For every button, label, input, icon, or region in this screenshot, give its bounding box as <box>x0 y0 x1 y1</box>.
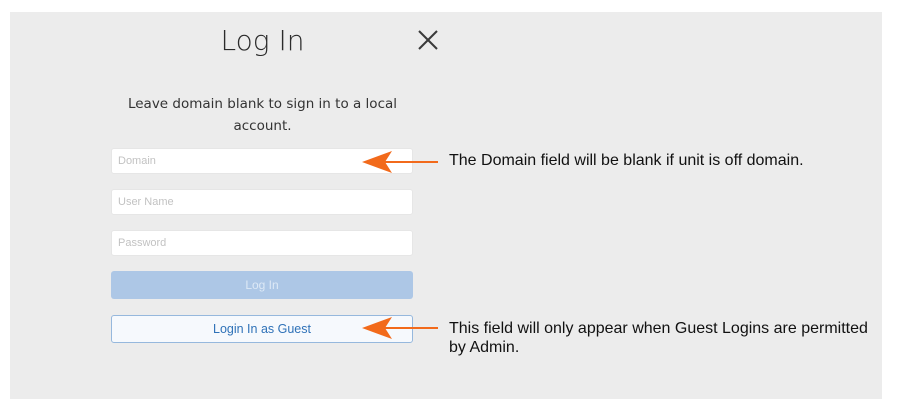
password-field[interactable] <box>111 230 413 256</box>
username-field[interactable] <box>111 189 413 215</box>
dialog-title: Log In <box>220 24 305 57</box>
arrow-left-icon <box>362 317 438 339</box>
close-icon[interactable] <box>413 25 443 55</box>
guest-annotation: This field will only appear when Guest L… <box>449 320 868 356</box>
domain-annotation: The Domain field will be blank if unit i… <box>449 152 804 169</box>
arrow-left-icon <box>362 151 438 173</box>
dialog-subtitle: Leave domain blank to sign in to a local… <box>127 96 398 134</box>
login-button[interactable]: Log In <box>111 271 413 299</box>
